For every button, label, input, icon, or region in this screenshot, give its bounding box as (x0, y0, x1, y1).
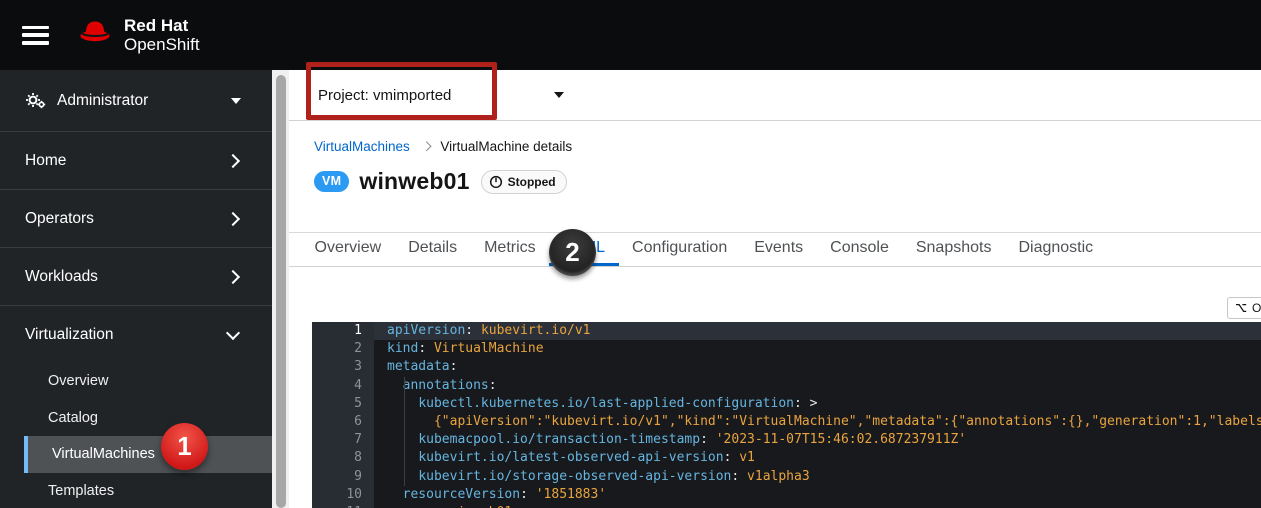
sidebar-subitem-overview[interactable]: Overview (0, 363, 272, 400)
perspective-label: Administrator (57, 91, 149, 109)
tab-snapshots[interactable]: Snapshots (902, 233, 1005, 266)
sidebar-subitem-label: Catalog (48, 409, 98, 426)
brand-product: OpenShift (124, 35, 200, 54)
page-title: winweb01 (359, 168, 470, 194)
sidebar-item-label: Operators (25, 209, 94, 227)
main-content: Project: vmimported VirtualMachines Virt… (289, 70, 1261, 508)
tab-details[interactable]: Details (395, 233, 471, 266)
sidebar-subitem-label: Templates (48, 482, 115, 499)
chevron-right-icon (225, 269, 241, 284)
indent-guide (404, 377, 405, 486)
breadcrumb-link-virtualmachines[interactable]: VirtualMachines (314, 139, 410, 154)
chevron-down-icon (225, 325, 241, 340)
status-label: Stopped (507, 174, 556, 189)
editor-shortcut-hint: Op (1227, 297, 1261, 319)
tab-diagnostic[interactable]: Diagnostic (1005, 233, 1107, 266)
sidebar-item-home[interactable]: Home (0, 132, 272, 190)
redhat-fedora-icon (80, 21, 110, 42)
tab-configuration[interactable]: Configuration (619, 233, 741, 266)
sidebar-item-label: Workloads (25, 267, 98, 285)
chevron-down-icon (231, 97, 241, 104)
yaml-editor[interactable]: 1 apiVersion: kubevirt.io/v1 2 kind: Virtua… (312, 322, 1261, 508)
yaml-editor-lines: 1 apiVersion: kubevirt.io/v1 2 kind: Virtua… (346, 322, 1261, 508)
tab-events[interactable]: Events (741, 233, 817, 266)
sidebar-scrollbar-track (272, 70, 289, 508)
redhat-openshift-logo: Red Hat OpenShift (75, 16, 200, 54)
sidebar-item-label: Home (25, 151, 67, 169)
tab-bar: Overview Details Metrics YAML Configurat… (289, 232, 1261, 267)
option-key-icon (1236, 303, 1247, 312)
tab-overview[interactable]: Overview (301, 233, 395, 266)
vm-kind-badge: VM (314, 171, 350, 192)
sidebar-scrollbar-thumb[interactable] (275, 75, 286, 508)
sidebar-item-workloads[interactable]: Workloads (0, 248, 272, 306)
annotation-step-1: 1 (161, 423, 208, 470)
sidebar-subitem-virtualmachines[interactable]: VirtualMachines (24, 436, 272, 473)
gears-icon (25, 92, 46, 109)
breadcrumb: VirtualMachines VirtualMachine details (314, 139, 572, 154)
sidebar-subitem-templates[interactable]: Templates (0, 473, 272, 508)
power-off-icon (489, 175, 502, 188)
tab-metrics[interactable]: Metrics (471, 233, 550, 266)
page-title-row: VM winweb01 Stopped (314, 168, 567, 195)
sidebar-subitem-label: Overview (48, 373, 109, 390)
openshift-console: Red Hat OpenShift Administrator Home Ope… (0, 0, 1261, 508)
status-badge: Stopped (480, 169, 567, 194)
annotation-highlight-box (306, 62, 497, 120)
masthead: Red Hat OpenShift (0, 0, 1261, 70)
perspective-switcher[interactable]: Administrator (0, 70, 272, 132)
chevron-right-icon (225, 153, 241, 168)
shortcut-text: Op (1252, 300, 1261, 315)
sidebar-item-virtualization[interactable]: Virtualization (0, 306, 272, 363)
sidebar-item-operators[interactable]: Operators (0, 190, 272, 248)
breadcrumb-current: VirtualMachine details (440, 139, 573, 154)
sidebar-item-label: Virtualization (25, 325, 114, 343)
chevron-right-icon (421, 141, 431, 152)
sidebar-subitem-label: VirtualMachines (52, 446, 155, 463)
sidebar-subitem-catalog[interactable]: Catalog (0, 400, 272, 437)
chevron-right-icon (225, 211, 241, 226)
brand-name: Red Hat (124, 15, 189, 35)
nav-sidebar: Administrator Home Operators Workloads V… (0, 70, 272, 508)
annotation-step-2: 2 (549, 229, 596, 276)
hamburger-menu-icon[interactable] (22, 25, 49, 45)
tab-console[interactable]: Console (817, 233, 903, 266)
chevron-down-icon (554, 92, 565, 98)
